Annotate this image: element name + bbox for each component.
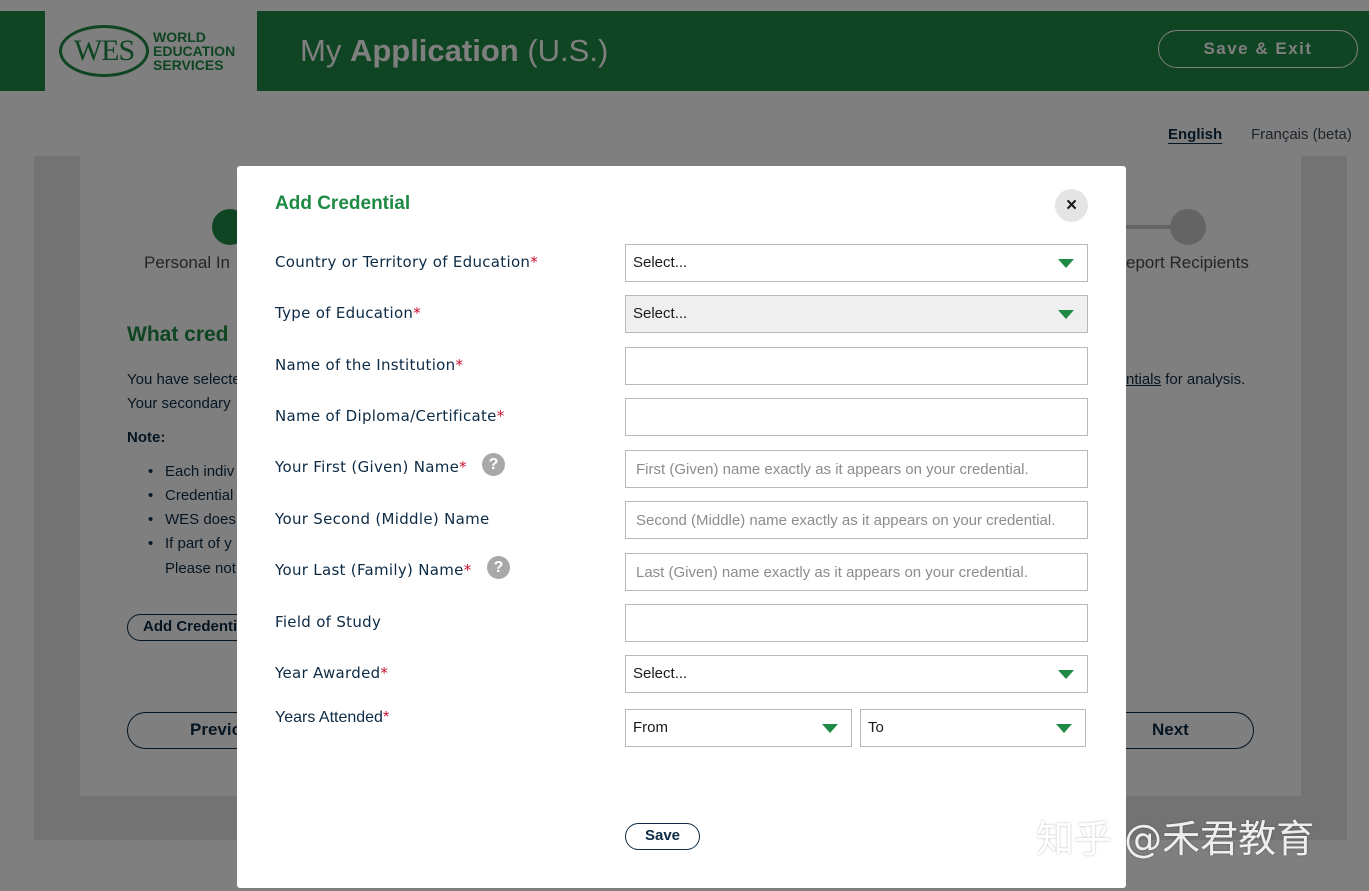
watermark-text: 知乎 @禾君教育 [1036, 817, 1315, 861]
country-label: Country or Territory of Education* [275, 253, 539, 271]
institution-label: Name of the Institution* [275, 356, 464, 374]
chevron-down-icon [1058, 670, 1074, 679]
chevron-down-icon [822, 724, 838, 733]
years-attended-to-select[interactable]: To [860, 709, 1086, 747]
save-button[interactable]: Save [625, 823, 700, 850]
diploma-input[interactable] [625, 398, 1088, 436]
years-attended-from-select[interactable]: From [625, 709, 852, 747]
institution-input[interactable] [625, 347, 1088, 385]
dialog-title: Add Credential [275, 193, 411, 214]
year-awarded-select[interactable]: Select... [625, 655, 1088, 693]
diploma-label: Name of Diploma/Certificate* [275, 407, 505, 425]
close-icon[interactable]: × [1055, 189, 1088, 222]
year-awarded-label: Year Awarded* [275, 664, 389, 682]
chevron-down-icon [1056, 724, 1072, 733]
education-type-label: Type of Education* [275, 304, 422, 322]
country-select[interactable]: Select... [625, 244, 1088, 282]
middle-name-input[interactable] [625, 501, 1088, 539]
years-attended-label: Years Attended* [275, 709, 390, 726]
field-of-study-input[interactable] [625, 604, 1088, 642]
first-name-input[interactable] [625, 450, 1088, 488]
first-name-label: Your First (Given) Name* [275, 458, 467, 476]
education-type-select[interactable]: Select... [625, 295, 1088, 333]
last-name-label: Your Last (Family) Name* [275, 561, 472, 579]
chevron-down-icon [1058, 310, 1074, 319]
add-credential-dialog: Add Credential × Country or Territory of… [237, 166, 1126, 888]
field-of-study-label: Field of Study [275, 613, 382, 631]
last-name-input[interactable] [625, 553, 1088, 591]
help-icon[interactable]: ? [482, 453, 505, 476]
middle-name-label: Your Second (Middle) Name [275, 510, 490, 528]
help-icon[interactable]: ? [487, 556, 510, 579]
chevron-down-icon [1058, 259, 1074, 268]
